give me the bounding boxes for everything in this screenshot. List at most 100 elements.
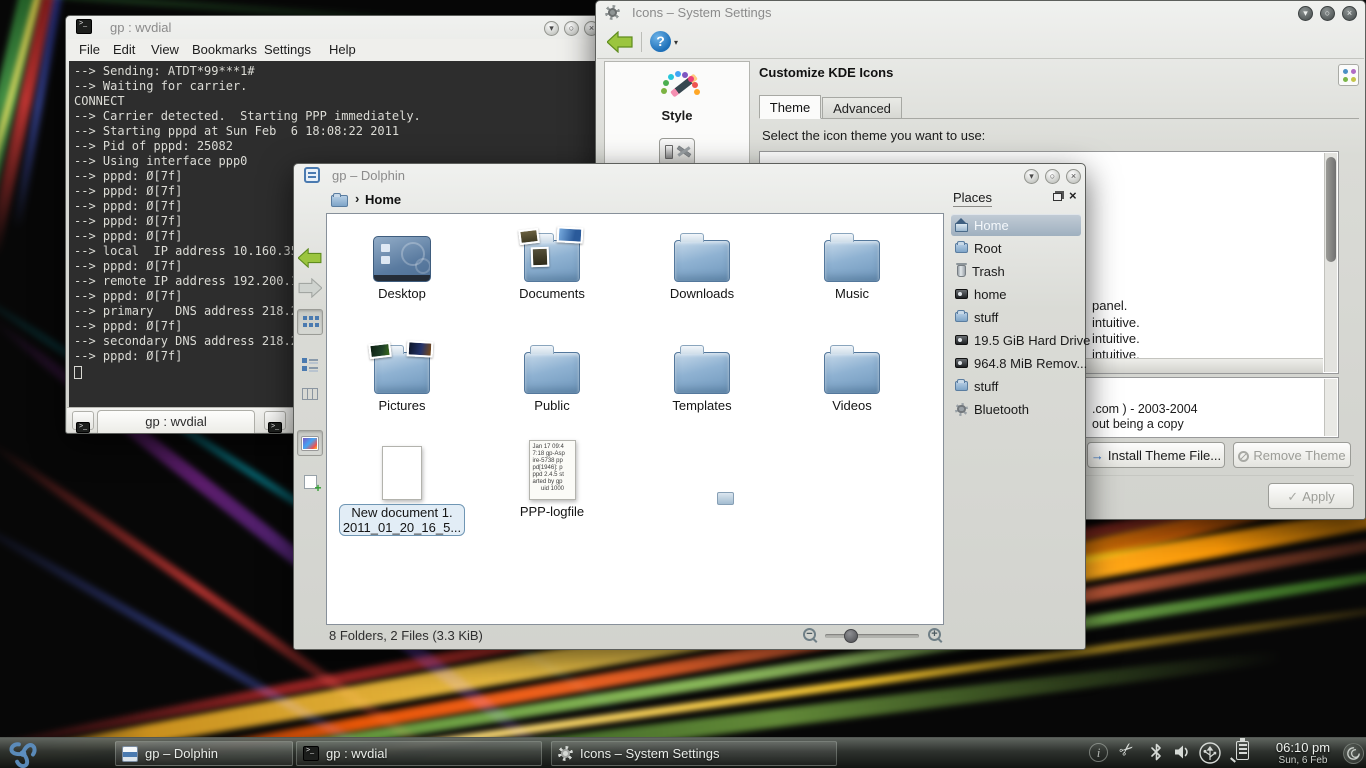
file-item-ppp-logfile[interactable]: Jan 17 09:4 7:18 gp-Asp ire-5738 pp pd[1… bbox=[482, 436, 622, 519]
usb-device-icon[interactable] bbox=[1198, 741, 1222, 768]
preview-button[interactable] bbox=[297, 430, 323, 456]
status-text: 8 Folders, 2 Files (3.3 KiB) bbox=[329, 628, 483, 643]
tab-list-button[interactable]: >_ bbox=[264, 411, 286, 430]
theme-description-text: out being a copy bbox=[1092, 417, 1184, 431]
gear-icon bbox=[558, 746, 573, 761]
maximize-button[interactable]: ○ bbox=[1320, 6, 1335, 21]
tab-advanced[interactable]: Advanced bbox=[822, 97, 902, 119]
maximize-button[interactable]: ○ bbox=[564, 21, 579, 36]
place-removable[interactable]: 964.8 MiB Remov... bbox=[951, 352, 1081, 374]
documents-folder-icon bbox=[524, 240, 580, 282]
gear-icon bbox=[605, 5, 620, 20]
digital-clock[interactable]: 06:10 pm Sun, 6 Feb bbox=[1267, 740, 1339, 766]
menu-edit[interactable]: Edit bbox=[113, 42, 135, 57]
icons-view-button[interactable] bbox=[297, 309, 323, 335]
dolphin-titlebar[interactable]: gp – Dolphin ▾ ○ × bbox=[294, 164, 1085, 187]
panel-cashew-icon[interactable] bbox=[1343, 743, 1364, 764]
sidebar-item-style[interactable]: Style bbox=[607, 64, 747, 130]
plug-icon bbox=[1230, 757, 1236, 762]
tab-theme[interactable]: Theme bbox=[759, 95, 821, 119]
folder-item-templates[interactable]: Templates bbox=[632, 334, 772, 413]
details-view-button[interactable] bbox=[297, 351, 323, 377]
volume-icon[interactable] bbox=[1174, 744, 1192, 765]
minimize-button[interactable]: ▾ bbox=[544, 21, 559, 36]
sidebar-item-workspace[interactable] bbox=[659, 138, 695, 166]
help-dropdown-caret[interactable]: ▾ bbox=[674, 38, 678, 47]
apply-button[interactable]: ✓Apply bbox=[1268, 483, 1354, 509]
clipboard-scissors-icon[interactable]: ✂ bbox=[1115, 738, 1139, 762]
folder-icon bbox=[955, 312, 968, 322]
place-home[interactable]: Home bbox=[951, 214, 1081, 236]
place-stuff[interactable]: stuff bbox=[951, 306, 1081, 328]
home-breadcrumb-icon[interactable] bbox=[331, 195, 348, 207]
folder-item-desktop[interactable]: Desktop bbox=[332, 222, 472, 301]
minimize-button[interactable]: ▾ bbox=[1298, 6, 1313, 21]
close-button[interactable]: × bbox=[1342, 6, 1357, 21]
description-scrollbar[interactable] bbox=[1324, 379, 1337, 436]
place-home-partition[interactable]: home bbox=[951, 283, 1081, 305]
zoom-in-icon[interactable]: + bbox=[928, 628, 941, 641]
folder-item-downloads[interactable]: Downloads bbox=[632, 222, 772, 301]
sidebar-style-label: Style bbox=[607, 108, 747, 123]
overview-grid-button[interactable] bbox=[1338, 64, 1359, 86]
info-tray-icon[interactable]: i bbox=[1089, 743, 1108, 762]
zoom-out-icon[interactable]: − bbox=[803, 628, 816, 641]
install-arrow-icon: → bbox=[1091, 448, 1104, 463]
back-button[interactable] bbox=[297, 245, 323, 271]
dolphin-title: gp – Dolphin bbox=[332, 168, 405, 183]
terminal-titlebar[interactable]: >_ gp : wvdial ▾ ○ × bbox=[66, 16, 604, 39]
minimize-button[interactable]: ▾ bbox=[1024, 169, 1039, 184]
remove-theme-button[interactable]: Remove Theme bbox=[1233, 442, 1351, 468]
pictures-folder-icon bbox=[374, 352, 430, 394]
folder-item-music[interactable]: Music bbox=[782, 222, 922, 301]
close-panel-icon[interactable]: × bbox=[1069, 188, 1077, 203]
task-dolphin[interactable]: gp – Dolphin bbox=[115, 741, 293, 766]
zoom-slider-track[interactable] bbox=[825, 634, 919, 638]
terminal-output-line: --> Starting pppd at Sun Feb 6 18:08:22 … bbox=[74, 124, 596, 139]
help-button[interactable]: ? bbox=[650, 31, 671, 52]
scrollbar-thumb[interactable] bbox=[1326, 157, 1336, 262]
back-button[interactable] bbox=[607, 31, 633, 58]
task-system-settings[interactable]: Icons – System Settings bbox=[551, 741, 837, 766]
app-launcher-button[interactable] bbox=[6, 738, 58, 768]
zoom-slider-thumb[interactable] bbox=[844, 629, 858, 643]
terminal-tab[interactable]: gp : wvdial bbox=[97, 410, 255, 433]
folder-icon bbox=[824, 352, 880, 394]
terminal-window-icon: >_ bbox=[76, 19, 92, 34]
install-theme-button[interactable]: →Install Theme File... bbox=[1087, 442, 1225, 468]
menu-view[interactable]: View bbox=[151, 42, 179, 57]
folder-item-videos[interactable]: Videos bbox=[782, 334, 922, 413]
folder-view[interactable]: Desktop Documents Downloads Music bbox=[326, 213, 944, 625]
system-settings-titlebar[interactable]: Icons – System Settings ▾ ○ × bbox=[596, 1, 1365, 24]
folder-item-public[interactable]: Public bbox=[482, 334, 622, 413]
places-header[interactable]: Places bbox=[953, 190, 992, 207]
remove-icon bbox=[1238, 451, 1249, 462]
list-scrollbar[interactable] bbox=[1324, 153, 1337, 372]
folder-item-documents[interactable]: Documents bbox=[482, 222, 622, 301]
breadcrumb-home[interactable]: Home bbox=[365, 192, 401, 207]
place-stuff-2[interactable]: stuff bbox=[951, 375, 1081, 397]
split-view-button[interactable]: + bbox=[297, 469, 323, 495]
battery-icon[interactable] bbox=[1236, 741, 1249, 760]
place-hard-drive[interactable]: 19.5 GiB Hard Drive bbox=[951, 329, 1081, 351]
menu-help[interactable]: Help bbox=[329, 42, 356, 57]
task-terminal[interactable]: >_ gp : wvdial bbox=[296, 741, 542, 766]
close-button[interactable]: × bbox=[1066, 169, 1081, 184]
file-item-new-document[interactable]: New document 1. 2011_01_20_16_5... bbox=[332, 436, 472, 536]
folder-icon bbox=[674, 352, 730, 394]
menu-file[interactable]: File bbox=[79, 42, 100, 57]
bluetooth-icon[interactable] bbox=[1150, 742, 1163, 767]
place-bluetooth[interactable]: Bluetooth bbox=[951, 398, 1081, 420]
terminal-title: gp : wvdial bbox=[110, 20, 171, 35]
float-panel-icon[interactable] bbox=[1053, 193, 1062, 201]
tab-strip-line bbox=[759, 118, 1359, 119]
forward-button[interactable] bbox=[297, 275, 323, 301]
menu-bookmarks[interactable]: Bookmarks bbox=[192, 42, 257, 57]
columns-view-button[interactable] bbox=[297, 381, 323, 407]
new-tab-button[interactable]: >_ bbox=[72, 411, 94, 430]
maximize-button[interactable]: ○ bbox=[1045, 169, 1060, 184]
menu-settings[interactable]: Settings bbox=[264, 42, 311, 57]
place-root[interactable]: Root bbox=[951, 237, 1081, 259]
folder-item-pictures[interactable]: Pictures bbox=[332, 334, 472, 413]
place-trash[interactable]: Trash bbox=[951, 260, 1081, 282]
